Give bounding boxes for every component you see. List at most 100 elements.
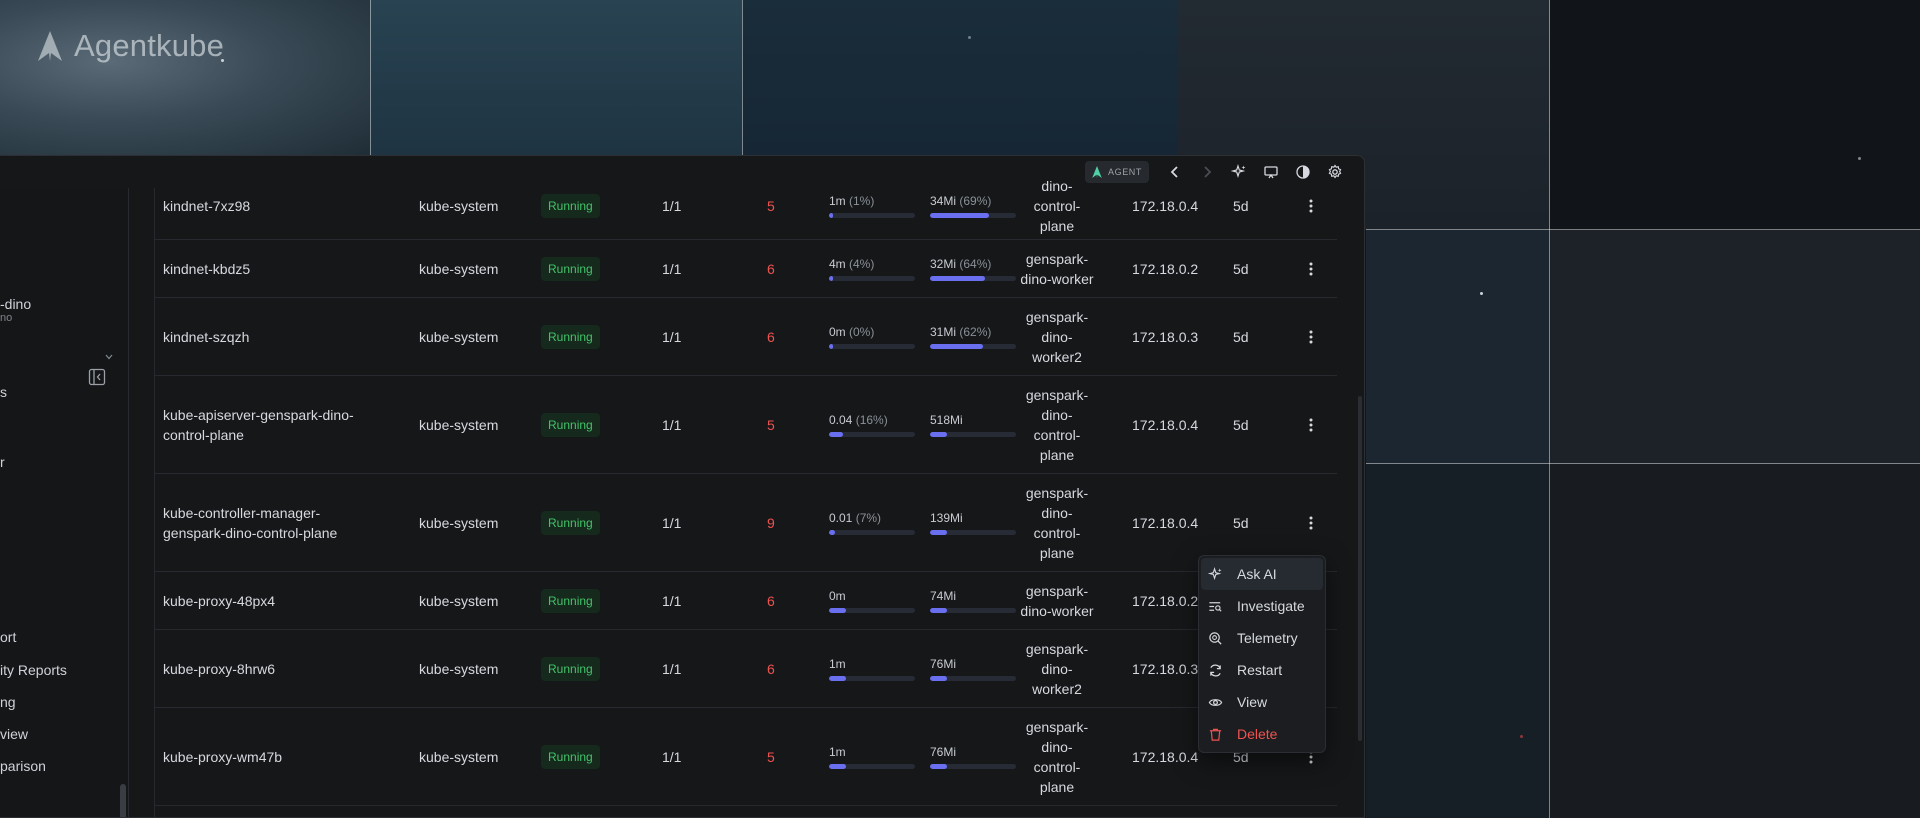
row-actions-button[interactable]: [1302, 328, 1320, 346]
wallpaper-tile: [0, 0, 370, 155]
pod-node[interactable]: dino- control- plane: [1015, 176, 1099, 236]
pod-node[interactable]: genspark- dino-worker: [1015, 249, 1099, 289]
pod-node[interactable]: genspark- dino- control- plane: [1015, 717, 1099, 797]
cpu-bar: [829, 343, 915, 349]
pod-node[interactable]: genspark- dino- worker2: [1015, 639, 1099, 699]
sidebar-item[interactable]: ity Reports: [0, 662, 67, 678]
table-row[interactable]: kube-proxy-48px4 kube-system Running 1/1…: [155, 572, 1337, 630]
row-actions-button[interactable]: [1302, 416, 1320, 434]
app-window: AGENT -dino no s r ort ity Reports ng vi…: [0, 155, 1365, 818]
pod-name[interactable]: kindnet-kbdz5: [163, 259, 373, 279]
pod-ip: 172.18.0.3: [1132, 328, 1199, 345]
table-row[interactable]: kube-apiserver-genspark-dino-control-pla…: [155, 376, 1337, 474]
cpu-usage: 1m (1%): [829, 194, 915, 218]
pod-node[interactable]: genspark- dino- control- plane: [1015, 483, 1099, 563]
sidebar-scrollbar[interactable]: [120, 784, 126, 817]
memory-bar: [930, 607, 1016, 613]
table-row[interactable]: kindnet-7xz98 kube-system Running 1/1 5 …: [155, 172, 1337, 240]
cpu-bar: [829, 607, 915, 613]
pod-age: 5d: [1233, 197, 1249, 214]
pod-namespace: kube-system: [419, 660, 499, 677]
menu-item-restart[interactable]: Restart: [1199, 654, 1325, 686]
status-badge: Running: [541, 588, 600, 613]
cpu-usage: 0m (0%): [829, 325, 915, 349]
memory-percent: (64%): [959, 256, 992, 271]
sidebar-collapse-icon: [88, 368, 106, 386]
memory-bar-fill: [930, 529, 948, 535]
memory-bar-fill: [930, 212, 990, 218]
pod-namespace: kube-system: [419, 592, 499, 609]
table-row[interactable]: kube-controller-manager-genspark-dino-co…: [155, 474, 1337, 572]
table-row[interactable]: kube-proxy-wm47b kube-system Running 1/1…: [155, 708, 1337, 806]
status-cell: Running: [541, 510, 600, 535]
pod-name[interactable]: kindnet-szqzh: [163, 327, 373, 347]
cpu-value: 0.01: [829, 510, 853, 525]
sidebar-item[interactable]: ng: [0, 694, 16, 710]
menu-item-ask-ai[interactable]: Ask AI: [1201, 558, 1323, 590]
menu-item-investigate[interactable]: Investigate: [1199, 590, 1325, 622]
cluster-selector[interactable]: -dino no: [0, 296, 31, 324]
memory-percent: (69%): [959, 193, 992, 208]
pod-name[interactable]: kube-apiserver-genspark-dino-control-pla…: [163, 405, 373, 445]
pod-ip: 172.18.0.4: [1132, 514, 1199, 531]
wallpaper-tile: [1550, 0, 1920, 230]
row-actions-button[interactable]: [1302, 514, 1320, 532]
sidebar-item[interactable]: s: [0, 384, 7, 400]
pod-name[interactable]: kindnet-7xz98: [163, 196, 373, 216]
sidebar-item[interactable]: parison: [0, 758, 46, 774]
cluster-name: -dino: [0, 296, 32, 312]
menu-item-telemetry[interactable]: Telemetry: [1199, 622, 1325, 654]
pod-node[interactable]: genspark- dino- worker2: [1015, 307, 1099, 367]
sidebar-item[interactable]: r: [0, 454, 5, 470]
pod-ready: 1/1: [662, 197, 682, 214]
table-row[interactable]: kube-proxy-8hrw6 kube-system Running 1/1…: [155, 630, 1337, 708]
memory-bar-fill: [930, 675, 948, 681]
pod-age: 5d: [1233, 328, 1249, 345]
table-row[interactable]: kindnet-kbdz5 kube-system Running 1/1 6 …: [155, 240, 1337, 298]
menu-item-label: View: [1237, 694, 1268, 710]
cpu-usage: 4m (4%): [829, 257, 915, 281]
sparkle-icon: [1208, 566, 1222, 580]
pod-name[interactable]: kube-proxy-48px4: [163, 591, 373, 611]
status-cell: Running: [541, 656, 600, 681]
pod-age: 5d: [1233, 260, 1249, 277]
sidebar: -dino no s r ort ity Reports ng view par…: [0, 188, 129, 817]
status-badge: Running: [541, 412, 600, 437]
table-row[interactable]: kindnet-szqzh kube-system Running 1/1 6 …: [155, 298, 1337, 376]
pod-restarts: 9: [767, 514, 775, 531]
wallpaper-divider: [370, 0, 371, 155]
status-cell: Running: [541, 588, 600, 613]
cpu-percent: (16%): [855, 412, 888, 427]
memory-value: 518Mi: [930, 412, 963, 427]
row-actions-button[interactable]: [1302, 260, 1320, 278]
cpu-bar-fill: [829, 607, 847, 613]
chevron-down-icon[interactable]: [104, 349, 114, 365]
pod-name[interactable]: kube-proxy-8hrw6: [163, 659, 373, 679]
wallpaper-divider: [1366, 229, 1920, 230]
brand-logo: Agentkube: [38, 26, 224, 66]
status-badge: Running: [541, 510, 600, 535]
pod-namespace: kube-system: [419, 197, 499, 214]
sidebar-item[interactable]: ort: [0, 629, 16, 645]
pod-node[interactable]: genspark- dino-worker: [1015, 581, 1099, 621]
cpu-usage: 1m: [829, 745, 915, 769]
menu-item-delete[interactable]: Delete: [1199, 718, 1325, 750]
status-badge: Running: [541, 193, 600, 218]
pod-ready: 1/1: [662, 514, 682, 531]
pods-table: kindnet-7xz98 kube-system Running 1/1 5 …: [154, 178, 1337, 817]
pod-ready: 1/1: [662, 328, 682, 345]
memory-percent: (62%): [959, 324, 992, 339]
memory-value: 32Mi: [930, 256, 957, 271]
eye-icon: [1208, 698, 1223, 706]
pod-node[interactable]: genspark- dino- control- plane: [1015, 385, 1099, 465]
collapse-sidebar-button[interactable]: [88, 368, 106, 389]
pod-name[interactable]: kube-proxy-wm47b: [163, 747, 373, 767]
pod-namespace: kube-system: [419, 748, 499, 765]
row-actions-button[interactable]: [1302, 197, 1320, 215]
table-scrollbar[interactable]: [1358, 396, 1362, 741]
sidebar-item[interactable]: view: [0, 726, 28, 742]
cpu-bar-fill: [829, 431, 843, 437]
wallpaper-tile: [742, 0, 1178, 155]
pod-name[interactable]: kube-controller-manager-genspark-dino-co…: [163, 503, 373, 543]
menu-item-view[interactable]: View: [1199, 686, 1325, 718]
